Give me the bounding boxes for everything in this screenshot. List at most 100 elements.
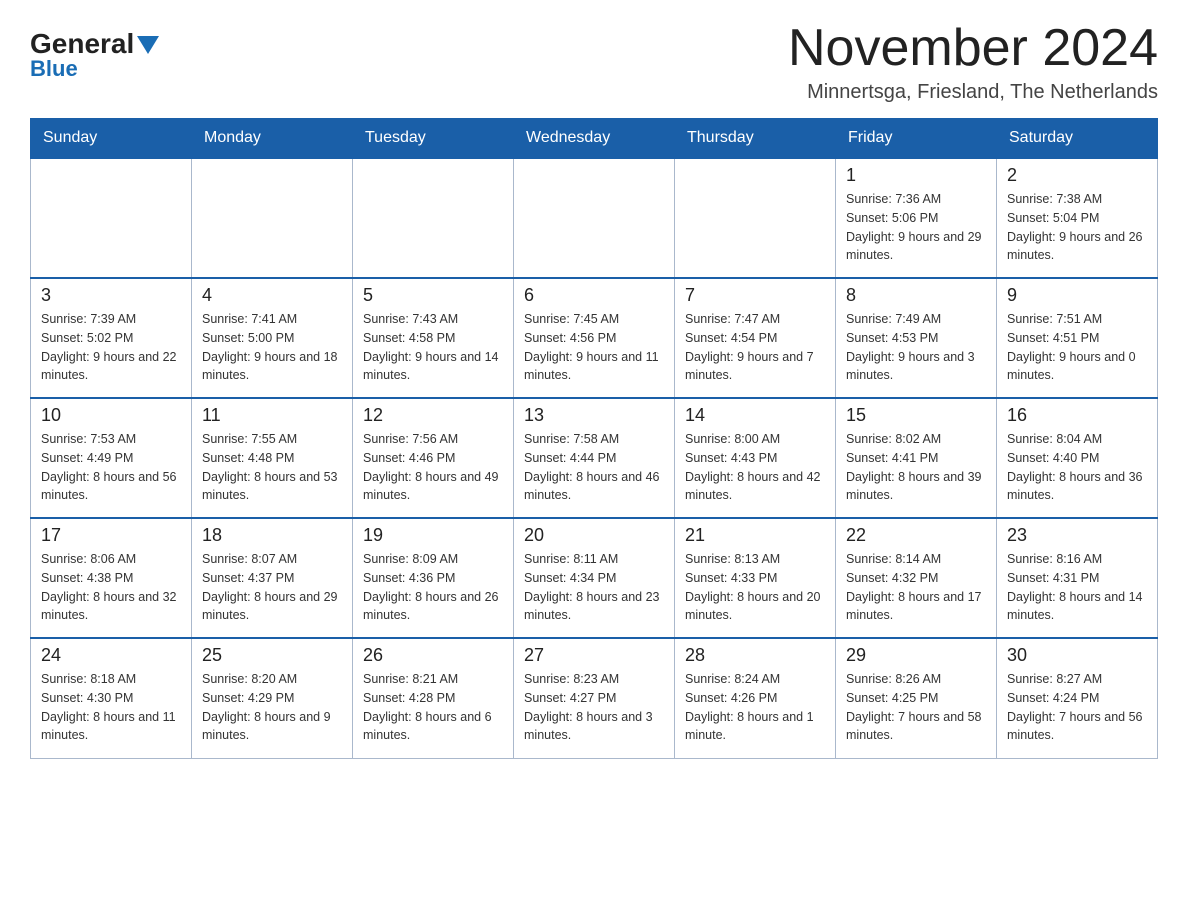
logo-accent: Blue: [30, 56, 78, 82]
day-info: Sunrise: 8:09 AMSunset: 4:36 PMDaylight:…: [363, 550, 503, 625]
day-number: 24: [41, 645, 181, 666]
day-info: Sunrise: 8:23 AMSunset: 4:27 PMDaylight:…: [524, 670, 664, 745]
calendar-cell: 17Sunrise: 8:06 AMSunset: 4:38 PMDayligh…: [31, 518, 192, 638]
day-number: 11: [202, 405, 342, 426]
day-info: Sunrise: 8:02 AMSunset: 4:41 PMDaylight:…: [846, 430, 986, 505]
day-info: Sunrise: 7:55 AMSunset: 4:48 PMDaylight:…: [202, 430, 342, 505]
day-number: 3: [41, 285, 181, 306]
day-info: Sunrise: 8:20 AMSunset: 4:29 PMDaylight:…: [202, 670, 342, 745]
calendar-cell: 16 Sunrise: 8:04 AMSunset: 4:40 PMDayligh…: [997, 398, 1158, 518]
day-info: Sunrise: 8:04 AMSunset: 4:40 PMDaylight:…: [1007, 430, 1147, 505]
day-info: Sunrise: 7:39 AMSunset: 5:02 PMDaylight:…: [41, 310, 181, 385]
day-info: Sunrise: 8:07 AMSunset: 4:37 PMDaylight:…: [202, 550, 342, 625]
calendar-cell: 12 Sunrise: 7:56 AMSunset: 4:46 PMDayligh…: [353, 398, 514, 518]
day-number: 9: [1007, 285, 1147, 306]
day-number: 4: [202, 285, 342, 306]
month-title: November 2024: [788, 20, 1158, 77]
calendar-header-row: SundayMondayTuesdayWednesdayThursdayFrid…: [31, 119, 1158, 159]
day-info: Sunrise: 8:18 AMSunset: 4:30 PMDaylight:…: [41, 670, 181, 745]
calendar-week-3: 10Sunrise: 7:53 AMSunset: 4:49 PMDayligh…: [31, 398, 1158, 518]
col-header-monday: Monday: [192, 119, 353, 159]
day-number: 19: [363, 525, 503, 546]
day-number: 23: [1007, 525, 1147, 546]
day-info: Sunrise: 8:24 AMSunset: 4:26 PMDaylight:…: [685, 670, 825, 745]
day-number: 16: [1007, 405, 1147, 426]
day-info: Sunrise: 8:21 AMSunset: 4:28 PMDaylight:…: [363, 670, 503, 745]
calendar-week-5: 24 Sunrise: 8:18 AMSunset: 4:30 PMDayligh…: [31, 638, 1158, 758]
calendar-cell: 28 Sunrise: 8:24 AMSunset: 4:26 PMDayligh…: [675, 638, 836, 758]
calendar-cell: [514, 158, 675, 278]
day-info: Sunrise: 8:13 AMSunset: 4:33 PMDaylight:…: [685, 550, 825, 625]
day-info: Sunrise: 7:49 AMSunset: 4:53 PMDaylight:…: [846, 310, 986, 385]
calendar-cell: [353, 158, 514, 278]
day-info: Sunrise: 8:06 AMSunset: 4:38 PMDaylight:…: [41, 550, 181, 625]
calendar-cell: 26 Sunrise: 8:21 AMSunset: 4:28 PMDayligh…: [353, 638, 514, 758]
day-number: 5: [363, 285, 503, 306]
day-number: 8: [846, 285, 986, 306]
day-number: 29: [846, 645, 986, 666]
calendar-cell: 7Sunrise: 7:47 AMSunset: 4:54 PMDaylight…: [675, 278, 836, 398]
calendar-cell: 6Sunrise: 7:45 AMSunset: 4:56 PMDaylight…: [514, 278, 675, 398]
calendar-cell: [31, 158, 192, 278]
day-info: Sunrise: 7:56 AMSunset: 4:46 PMDaylight:…: [363, 430, 503, 505]
calendar-cell: 9 Sunrise: 7:51 AMSunset: 4:51 PMDaylight…: [997, 278, 1158, 398]
calendar-cell: 22Sunrise: 8:14 AMSunset: 4:32 PMDayligh…: [836, 518, 997, 638]
day-info: Sunrise: 8:11 AMSunset: 4:34 PMDaylight:…: [524, 550, 664, 625]
col-header-sunday: Sunday: [31, 119, 192, 159]
day-number: 20: [524, 525, 664, 546]
calendar-cell: 5 Sunrise: 7:43 AMSunset: 4:58 PMDaylight…: [353, 278, 514, 398]
col-header-friday: Friday: [836, 119, 997, 159]
col-header-wednesday: Wednesday: [514, 119, 675, 159]
logo-triangle-icon: [137, 36, 159, 54]
calendar-cell: 13 Sunrise: 7:58 AMSunset: 4:44 PMDayligh…: [514, 398, 675, 518]
day-info: Sunrise: 7:41 AMSunset: 5:00 PMDaylight:…: [202, 310, 342, 385]
day-number: 27: [524, 645, 664, 666]
day-info: Sunrise: 7:38 AMSunset: 5:04 PMDaylight:…: [1007, 190, 1147, 265]
day-info: Sunrise: 8:27 AMSunset: 4:24 PMDaylight:…: [1007, 670, 1147, 745]
calendar-cell: 29 Sunrise: 8:26 AMSunset: 4:25 PMDayligh…: [836, 638, 997, 758]
calendar-cell: 11 Sunrise: 7:55 AMSunset: 4:48 PMDayligh…: [192, 398, 353, 518]
day-number: 14: [685, 405, 825, 426]
calendar-cell: [675, 158, 836, 278]
day-number: 30: [1007, 645, 1147, 666]
calendar-cell: 3 Sunrise: 7:39 AMSunset: 5:02 PMDaylight…: [31, 278, 192, 398]
day-info: Sunrise: 7:43 AMSunset: 4:58 PMDaylight:…: [363, 310, 503, 385]
day-info: Sunrise: 8:14 AMSunset: 4:32 PMDaylight:…: [846, 550, 986, 625]
calendar-week-1: 1 Sunrise: 7:36 AMSunset: 5:06 PMDaylight…: [31, 158, 1158, 278]
day-info: Sunrise: 8:26 AMSunset: 4:25 PMDaylight:…: [846, 670, 986, 745]
calendar-cell: 27 Sunrise: 8:23 AMSunset: 4:27 PMDayligh…: [514, 638, 675, 758]
calendar-cell: 4 Sunrise: 7:41 AMSunset: 5:00 PMDaylight…: [192, 278, 353, 398]
calendar-cell: 24 Sunrise: 8:18 AMSunset: 4:30 PMDayligh…: [31, 638, 192, 758]
day-number: 13: [524, 405, 664, 426]
calendar-cell: 20 Sunrise: 8:11 AMSunset: 4:34 PMDayligh…: [514, 518, 675, 638]
logo-brand: General: [30, 30, 134, 58]
day-info: Sunrise: 7:36 AMSunset: 5:06 PMDaylight:…: [846, 190, 986, 265]
day-number: 1: [846, 165, 986, 186]
calendar-cell: [192, 158, 353, 278]
calendar-cell: 30 Sunrise: 8:27 AMSunset: 4:24 PMDayligh…: [997, 638, 1158, 758]
day-number: 18: [202, 525, 342, 546]
day-number: 25: [202, 645, 342, 666]
calendar-table: SundayMondayTuesdayWednesdayThursdayFrid…: [30, 118, 1158, 759]
day-number: 12: [363, 405, 503, 426]
calendar-cell: 2 Sunrise: 7:38 AMSunset: 5:04 PMDaylight…: [997, 158, 1158, 278]
day-number: 2: [1007, 165, 1147, 186]
day-number: 26: [363, 645, 503, 666]
calendar-cell: 15Sunrise: 8:02 AMSunset: 4:41 PMDayligh…: [836, 398, 997, 518]
logo: General Blue: [30, 20, 159, 82]
day-info: Sunrise: 7:53 AMSunset: 4:49 PMDaylight:…: [41, 430, 181, 505]
day-number: 28: [685, 645, 825, 666]
calendar-cell: 1 Sunrise: 7:36 AMSunset: 5:06 PMDaylight…: [836, 158, 997, 278]
title-area: November 2024 Minnertsga, Friesland, The…: [788, 20, 1158, 104]
day-info: Sunrise: 7:47 AMSunset: 4:54 PMDaylight:…: [685, 310, 825, 385]
calendar-week-2: 3 Sunrise: 7:39 AMSunset: 5:02 PMDaylight…: [31, 278, 1158, 398]
page-header: General Blue November 2024 Minnertsga, F…: [30, 20, 1158, 104]
day-info: Sunrise: 7:58 AMSunset: 4:44 PMDaylight:…: [524, 430, 664, 505]
calendar-cell: 19 Sunrise: 8:09 AMSunset: 4:36 PMDayligh…: [353, 518, 514, 638]
day-info: Sunrise: 8:16 AMSunset: 4:31 PMDaylight:…: [1007, 550, 1147, 625]
day-info: Sunrise: 7:51 AMSunset: 4:51 PMDaylight:…: [1007, 310, 1147, 385]
calendar-cell: 8 Sunrise: 7:49 AMSunset: 4:53 PMDaylight…: [836, 278, 997, 398]
calendar-cell: 18 Sunrise: 8:07 AMSunset: 4:37 PMDayligh…: [192, 518, 353, 638]
calendar-week-4: 17Sunrise: 8:06 AMSunset: 4:38 PMDayligh…: [31, 518, 1158, 638]
day-number: 21: [685, 525, 825, 546]
